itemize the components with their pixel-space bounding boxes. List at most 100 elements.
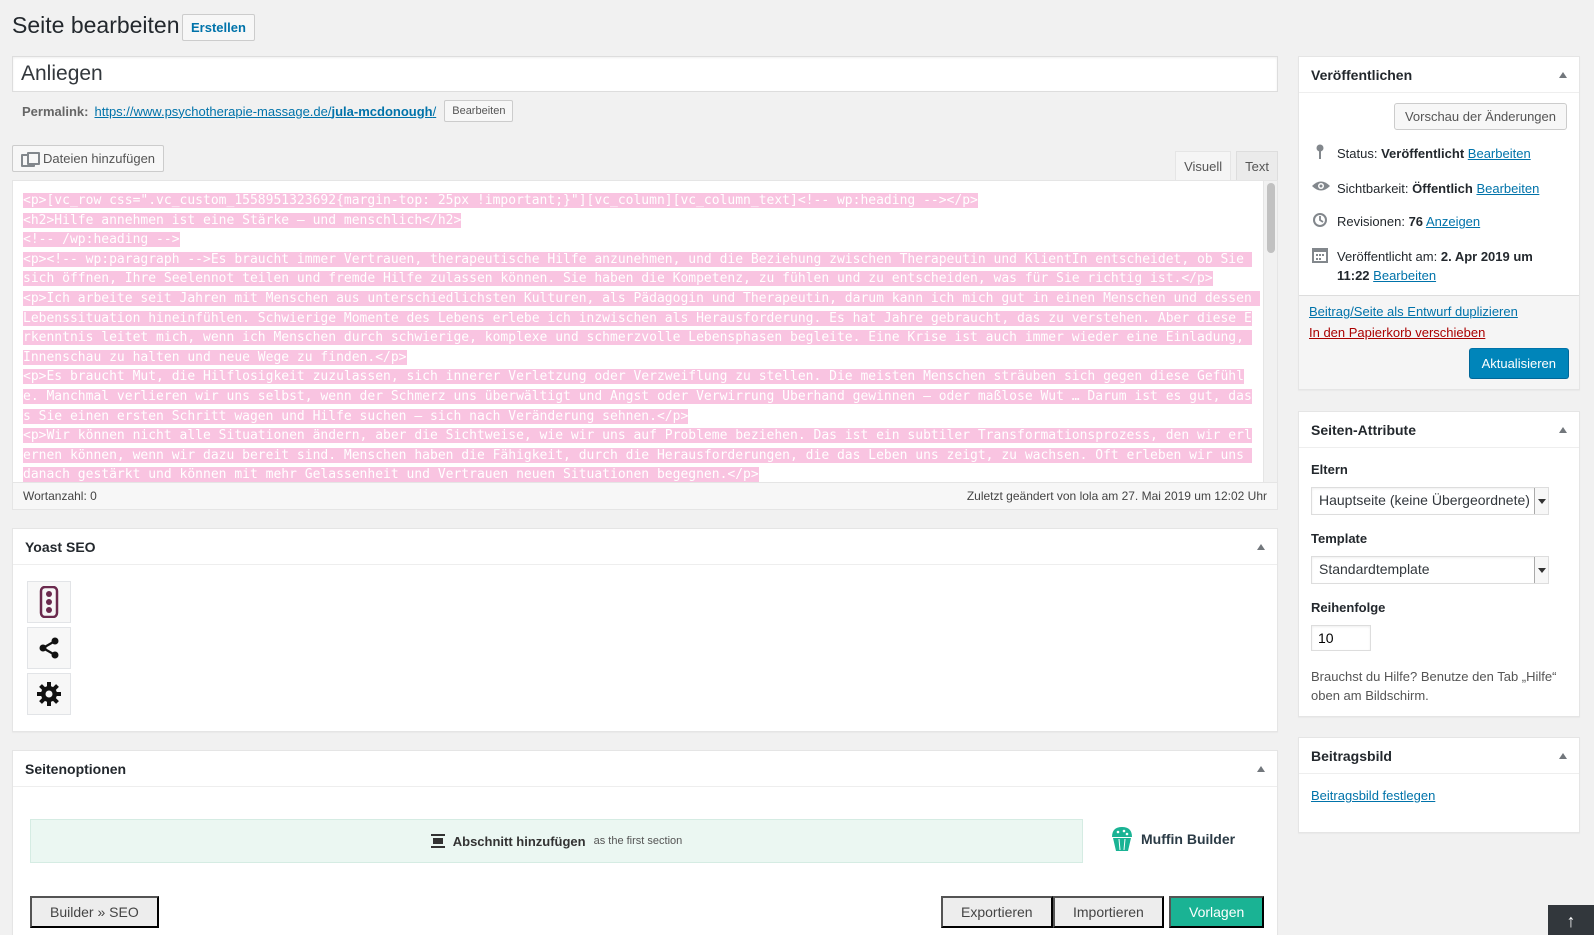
- scroll-top-button[interactable]: ↑: [1548, 905, 1594, 935]
- publish-box: Veröffentlichen Vorschau der Änderungen …: [1298, 56, 1580, 390]
- update-button[interactable]: Aktualisieren: [1468, 348, 1569, 379]
- visibility-edit-link[interactable]: Bearbeiten: [1476, 181, 1539, 196]
- page-attributes-header[interactable]: Seiten-Attribute: [1299, 412, 1579, 448]
- permalink-trail: /: [432, 103, 437, 119]
- editor-line-text: <p>Es braucht Mut, die Hilflosigkeit zuz…: [23, 369, 1252, 424]
- traffic-light-icon: [39, 586, 59, 618]
- history-icon: [1311, 212, 1329, 233]
- revisions-label: Revisionen:: [1337, 214, 1405, 229]
- yoast-tab-seo[interactable]: [27, 581, 71, 623]
- add-media-label: Dateien hinzufügen: [43, 151, 156, 166]
- editor-line: <p><!-- wp:paragraph -->Es braucht immer…: [23, 250, 1253, 289]
- chevron-down-icon: [1534, 488, 1548, 514]
- last-edited: Zuletzt geändert von lola am 27. Mai 201…: [966, 489, 1267, 503]
- page-attributes-box: Seiten-Attribute Eltern Hauptseite (kein…: [1298, 411, 1580, 717]
- visibility-row: Sichtbarkeit: Öffentlich Bearbeiten: [1311, 179, 1567, 198]
- export-button[interactable]: Exportieren: [941, 896, 1053, 928]
- add-section-label: Abschnitt hinzufügen: [452, 833, 586, 849]
- order-input[interactable]: [1311, 625, 1371, 651]
- add-section-button[interactable]: Abschnitt hinzufügen as the first sectio…: [30, 819, 1083, 863]
- permalink-base: https://www.psychotherapie-massage.de/: [94, 103, 332, 119]
- editor-line: <p>Es braucht Mut, die Hilflosigkeit zuz…: [23, 367, 1253, 426]
- muffin-icon: [1112, 827, 1132, 851]
- collapse-icon[interactable]: [1257, 765, 1265, 772]
- page-options-title: Seitenoptionen: [25, 760, 127, 777]
- featured-image-header[interactable]: Beitragsbild: [1299, 738, 1579, 774]
- eye-icon: [1311, 179, 1330, 198]
- publish-header[interactable]: Veröffentlichen: [1299, 57, 1579, 93]
- editor-line: <p>Wir können nicht alle Situationen änd…: [23, 426, 1253, 483]
- revisions-row: Revisionen: 76 Anzeigen: [1311, 212, 1567, 233]
- revisions-view-link[interactable]: Anzeigen: [1426, 214, 1480, 229]
- published-edit-link[interactable]: Bearbeiten: [1373, 268, 1436, 283]
- editor-line: <!-- /wp:heading -->: [23, 230, 1253, 250]
- duplicate-draft-link[interactable]: Beitrag/Seite als Entwurf duplizieren: [1309, 304, 1518, 319]
- share-icon: [39, 637, 59, 659]
- status-edit-link[interactable]: Bearbeiten: [1468, 146, 1531, 161]
- status-value: Veröffentlicht: [1381, 146, 1465, 161]
- yoast-tab-settings[interactable]: [27, 673, 71, 715]
- section-icon: [430, 834, 445, 848]
- parent-select-value: Hauptseite (keine Übergeordnete): [1319, 492, 1530, 508]
- page-options-header[interactable]: Seitenoptionen: [13, 751, 1277, 787]
- publish-title: Veröffentlichen: [1311, 66, 1413, 83]
- visibility-value: Öffentlich: [1412, 181, 1473, 196]
- content-editor[interactable]: <p>[vc_row css=".vc_custom_1558951323692…: [12, 180, 1278, 510]
- editor-line-text: <p>Wir können nicht alle Situationen änd…: [23, 428, 1252, 483]
- chevron-down-icon: [1534, 557, 1548, 583]
- editor-scrollbar[interactable]: [1263, 181, 1277, 483]
- yoast-seo-header[interactable]: Yoast SEO: [13, 529, 1277, 565]
- status-row: Status: Veröffentlicht Bearbeiten: [1311, 144, 1567, 165]
- yoast-tab-social[interactable]: [27, 627, 71, 669]
- word-count: Wortanzahl: 0: [23, 489, 97, 503]
- yoast-seo-title: Yoast SEO: [25, 538, 96, 555]
- visibility-label: Sichtbarkeit:: [1337, 181, 1409, 196]
- published-label: Veröffentlicht am:: [1337, 249, 1438, 264]
- preview-changes-button[interactable]: Vorschau der Änderungen: [1393, 103, 1567, 130]
- calendar-icon: [1311, 247, 1329, 268]
- muffin-builder-logo: Muffin Builder: [1109, 825, 1235, 853]
- set-featured-image-link[interactable]: Beitragsbild festlegen: [1311, 788, 1435, 803]
- add-media-button[interactable]: Dateien hinzufügen: [12, 145, 165, 172]
- published-row: Veröffentlicht am: 2. Apr 2019 um 11:22 …: [1311, 247, 1567, 285]
- media-icon: [21, 151, 40, 167]
- featured-image-box: Beitragsbild Beitragsbild festlegen: [1298, 737, 1580, 833]
- template-select[interactable]: Standardtemplate: [1311, 556, 1549, 584]
- collapse-icon[interactable]: [1559, 71, 1567, 78]
- parent-select[interactable]: Hauptseite (keine Übergeordnete): [1311, 487, 1549, 515]
- move-to-trash-link[interactable]: In den Papierkorb verschieben: [1309, 325, 1485, 340]
- order-label: Reihenfolge: [1311, 600, 1386, 615]
- permalink-bar: Permalink: https://www.psychotherapie-ma…: [22, 100, 514, 122]
- editor-line-text: <!-- /wp:heading -->: [23, 232, 180, 248]
- import-button[interactable]: Importieren: [1053, 896, 1164, 928]
- template-label: Template: [1311, 531, 1368, 546]
- permalink-edit-button[interactable]: Bearbeiten: [444, 100, 514, 122]
- editor-line-text: <p><!-- wp:paragraph -->Es braucht immer…: [23, 251, 1252, 287]
- editor-line: <h2>Hilfe annehmen ist eine Stärke – und…: [23, 211, 1253, 231]
- pin-icon: [1311, 144, 1329, 165]
- permalink-label: Permalink:: [22, 103, 89, 119]
- editor-tabs: Visuell Text: [1175, 151, 1278, 181]
- editor-line: <p>[vc_row css=".vc_custom_1558951323692…: [23, 191, 1253, 211]
- tab-text[interactable]: Text: [1236, 151, 1278, 181]
- page-attributes-title: Seiten-Attribute: [1311, 421, 1416, 438]
- tab-visual[interactable]: Visuell: [1175, 151, 1232, 181]
- editor-line: <p>Ich arbeite seit Jahren mit Menschen …: [23, 289, 1260, 367]
- scrollbar-thumb[interactable]: [1267, 183, 1275, 253]
- post-title-input[interactable]: [12, 56, 1278, 92]
- templates-button[interactable]: Vorlagen: [1169, 896, 1265, 928]
- template-select-value: Standardtemplate: [1319, 561, 1430, 577]
- builder-seo-button[interactable]: Builder » SEO: [30, 896, 159, 928]
- editor-status-bar: Wortanzahl: 0 Zuletzt geändert von lola …: [13, 482, 1277, 509]
- featured-image-title: Beitragsbild: [1311, 747, 1392, 764]
- editor-line-text: <h2>Hilfe annehmen ist eine Stärke – und…: [23, 212, 462, 228]
- collapse-icon[interactable]: [1559, 426, 1567, 433]
- editor-textarea[interactable]: <p>[vc_row css=".vc_custom_1558951323692…: [13, 181, 1263, 483]
- collapse-icon[interactable]: [1257, 543, 1265, 550]
- revisions-value: 76: [1408, 214, 1424, 229]
- collapse-icon[interactable]: [1559, 752, 1567, 759]
- editor-line-text: <p>Ich arbeite seit Jahren mit Menschen …: [23, 290, 1260, 365]
- permalink-slug: jula-mcdonough: [331, 103, 433, 119]
- permalink-link[interactable]: https://www.psychotherapie-massage.de/ju…: [94, 104, 436, 119]
- new-page-button[interactable]: Erstellen: [182, 14, 255, 41]
